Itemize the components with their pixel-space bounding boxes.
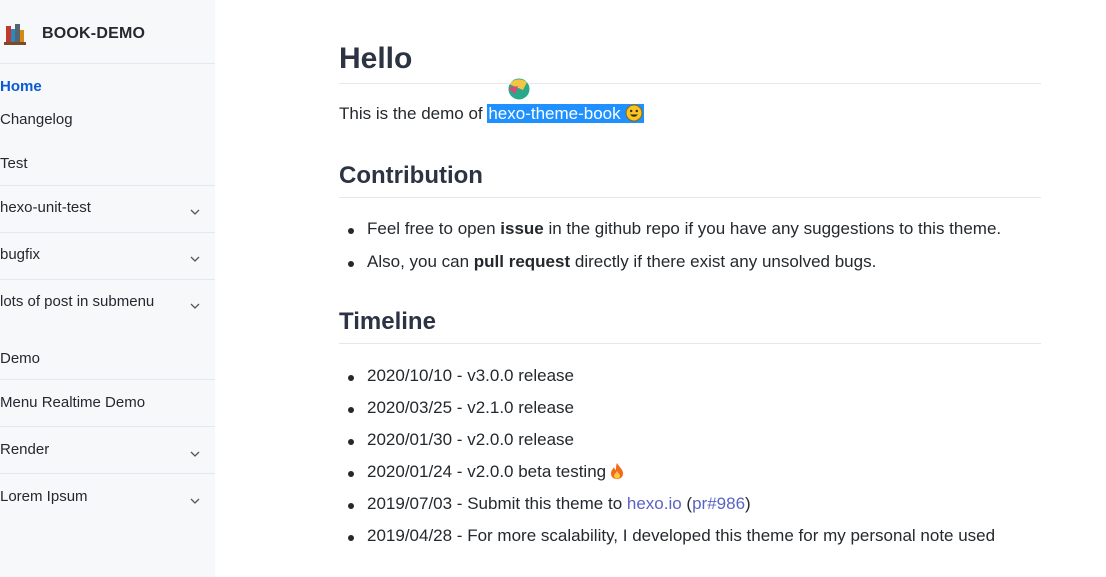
list-item: 2019/04/28 - For more scalability, I dev… bbox=[348, 526, 996, 546]
sidebar-item-label: hexo-unit-test bbox=[0, 199, 91, 216]
intro-highlight-text: hexo-theme-book bbox=[488, 104, 621, 123]
sidebar-divider bbox=[0, 279, 215, 280]
selected-text-highlight[interactable]: hexo-theme-book bbox=[487, 104, 644, 123]
sidebar-item-changelog[interactable]: Changelog bbox=[0, 111, 215, 131]
sidebar-item-hexo-unit-test[interactable]: hexo-unit-test bbox=[0, 199, 215, 219]
list-item-text: ) bbox=[745, 494, 751, 513]
sidebar-divider bbox=[0, 473, 215, 474]
sidebar-item-lots-of-post[interactable]: lots of post in submenu bbox=[0, 293, 215, 313]
bullet-icon bbox=[348, 228, 354, 234]
sidebar-item-label: Render bbox=[0, 441, 50, 458]
timeline-heading: Timeline bbox=[339, 308, 436, 335]
bullet-icon bbox=[348, 439, 354, 445]
brand-title: BOOK-DEMO bbox=[42, 25, 146, 42]
bullet-icon bbox=[348, 261, 354, 267]
sidebar-divider bbox=[0, 232, 215, 233]
list-item-text: 2020/01/24 - v2.0.0 beta testing bbox=[367, 462, 607, 481]
list-item-text: 2019/07/03 - Submit this theme to bbox=[367, 494, 627, 513]
sidebar: BOOK-DEMO Home Changelog Test hexo-unit-… bbox=[0, 0, 215, 577]
intro-text: This is the demo of bbox=[339, 104, 488, 123]
brand-header[interactable]: BOOK-DEMO bbox=[0, 0, 215, 64]
sidebar-divider bbox=[0, 426, 215, 427]
heading-rule bbox=[339, 83, 1041, 84]
list-item-text: 2020/03/25 - v2.1.0 release bbox=[367, 398, 574, 417]
sidebar-item-label: Lorem Ipsum bbox=[0, 488, 88, 505]
list-item-text: 2019/04/28 - For more scalability, I dev… bbox=[367, 526, 996, 545]
list-item: Also, you can pull request directly if t… bbox=[348, 252, 877, 272]
list-item: 2020/10/10 - v3.0.0 release bbox=[348, 366, 574, 386]
pr-986-link[interactable]: pr#986 bbox=[692, 494, 745, 513]
bullet-icon bbox=[348, 503, 354, 509]
bullet-icon bbox=[348, 407, 354, 413]
bullet-icon bbox=[348, 535, 354, 541]
list-item: Feel free to open issue in the github re… bbox=[348, 219, 1002, 239]
list-item-text: directly if there exist any unsolved bug… bbox=[570, 252, 877, 271]
list-item-bold: issue bbox=[500, 219, 544, 238]
list-item: 2020/03/25 - v2.1.0 release bbox=[348, 398, 574, 418]
sidebar-item-label: Demo bbox=[0, 350, 41, 367]
main-content: Hello This is the demo of hexo-theme-boo… bbox=[339, 0, 1041, 577]
intro-paragraph: This is the demo of hexo-theme-book bbox=[339, 104, 644, 124]
sidebar-item-test[interactable]: Test bbox=[0, 155, 215, 175]
books-logo-icon bbox=[2, 20, 28, 46]
sidebar-divider bbox=[0, 379, 215, 380]
list-item-text: in the github repo if you have any sugge… bbox=[543, 219, 1002, 238]
chevron-down-icon bbox=[190, 446, 200, 457]
list-item: 2019/07/03 - Submit this theme to hexo.i… bbox=[348, 494, 751, 514]
sidebar-item-label: lots of post in submenu bbox=[0, 293, 155, 310]
sidebar-divider bbox=[0, 185, 215, 186]
chevron-down-icon bbox=[190, 204, 200, 215]
heading-rule bbox=[339, 343, 1041, 344]
sidebar-item-lorem-ipsum[interactable]: Lorem Ipsum bbox=[0, 488, 215, 508]
list-item-text: Feel free to open bbox=[367, 219, 501, 238]
chevron-down-icon bbox=[190, 251, 200, 262]
colorful-cursor-icon bbox=[505, 74, 535, 104]
heading-rule bbox=[339, 197, 1041, 198]
bullet-icon bbox=[348, 375, 354, 381]
contribution-heading: Contribution bbox=[339, 162, 483, 189]
chevron-down-icon bbox=[190, 493, 200, 504]
chevron-down-icon bbox=[190, 298, 200, 309]
bullet-icon bbox=[348, 471, 354, 477]
list-item: 2020/01/30 - v2.0.0 release bbox=[348, 430, 574, 450]
sidebar-item-home[interactable]: Home bbox=[0, 78, 215, 98]
sidebar-item-demo[interactable]: Demo bbox=[0, 350, 215, 370]
sidebar-item-label: bugfix bbox=[0, 246, 41, 263]
smiley-emoji-icon bbox=[625, 104, 643, 122]
list-item-bold: pull request bbox=[473, 252, 571, 271]
list-item-text: ( bbox=[681, 494, 693, 513]
sidebar-item-bugfix[interactable]: bugfix bbox=[0, 246, 215, 266]
fire-emoji-icon bbox=[610, 462, 624, 480]
list-item: 2020/01/24 - v2.0.0 beta testing bbox=[348, 462, 624, 482]
sidebar-item-render[interactable]: Render bbox=[0, 441, 215, 461]
sidebar-item-label: Test bbox=[0, 155, 28, 172]
sidebar-item-label: Home bbox=[0, 78, 42, 95]
list-item-text: 2020/10/10 - v3.0.0 release bbox=[367, 366, 574, 385]
hexo-io-link[interactable]: hexo.io bbox=[627, 494, 682, 513]
sidebar-item-label: Menu Realtime Demo bbox=[0, 394, 146, 411]
sidebar-item-menu-realtime-demo[interactable]: Menu Realtime Demo bbox=[0, 394, 215, 414]
list-item-text: Also, you can bbox=[367, 252, 474, 271]
page-title: Hello bbox=[339, 42, 413, 75]
sidebar-item-label: Changelog bbox=[0, 111, 73, 128]
list-item-text: 2020/01/30 - v2.0.0 release bbox=[367, 430, 574, 449]
